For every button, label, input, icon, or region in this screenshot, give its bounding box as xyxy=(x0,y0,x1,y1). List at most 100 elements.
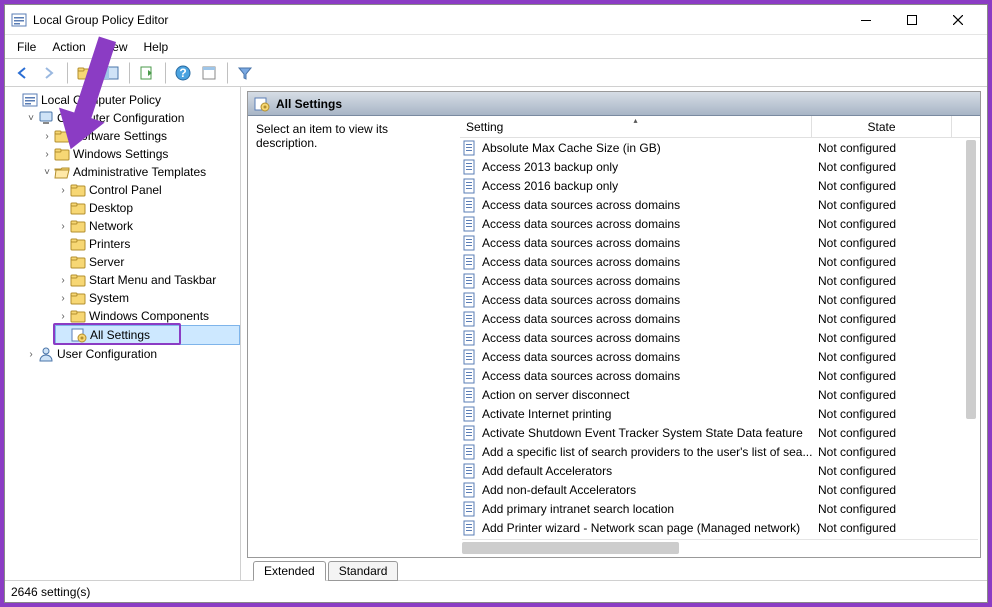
setting-state: Not configured xyxy=(818,464,896,478)
list-item[interactable]: Access data sources across domainsNot co… xyxy=(460,233,980,252)
export-list-button[interactable] xyxy=(135,62,159,84)
list-header: Setting▴ State xyxy=(460,116,980,138)
help-button[interactable] xyxy=(171,62,195,84)
setting-name: Action on server disconnect xyxy=(482,388,629,402)
policy-icon xyxy=(462,520,478,536)
tab-standard[interactable]: Standard xyxy=(328,561,399,581)
tree-pane[interactable]: Local Computer Policy ˅Computer Configur… xyxy=(5,87,241,580)
minimize-button[interactable] xyxy=(843,5,889,35)
setting-state: Not configured xyxy=(818,350,896,364)
close-button[interactable] xyxy=(935,5,981,35)
tree-windows-settings[interactable]: ›Windows Settings xyxy=(39,145,240,163)
list-item[interactable]: Access data sources across domainsNot co… xyxy=(460,328,980,347)
setting-state: Not configured xyxy=(818,274,896,288)
tree-computer-configuration[interactable]: ˅Computer Configuration xyxy=(23,109,240,127)
list-item[interactable]: Access data sources across domainsNot co… xyxy=(460,347,980,366)
setting-name: Access 2016 backup only xyxy=(482,179,618,193)
menu-action[interactable]: Action xyxy=(44,37,93,57)
list-item[interactable]: Add non-default AcceleratorsNot configur… xyxy=(460,480,980,499)
toolbar-separator xyxy=(67,62,69,84)
list-item[interactable]: Add default AcceleratorsNot configured xyxy=(460,461,980,480)
tree-software-settings[interactable]: ›Software Settings xyxy=(39,127,240,145)
menu-help[interactable]: Help xyxy=(136,37,177,57)
expand-toggle[interactable]: › xyxy=(57,184,69,196)
setting-name: Access data sources across domains xyxy=(482,293,680,307)
list-item[interactable]: Activate Shutdown Event Tracker System S… xyxy=(460,423,980,442)
maximize-button[interactable] xyxy=(889,5,935,35)
setting-name: Access data sources across domains xyxy=(482,236,680,250)
menu-file[interactable]: File xyxy=(9,37,44,57)
expand-toggle[interactable]: › xyxy=(41,148,53,160)
policy-icon xyxy=(462,425,478,441)
tree-server[interactable]: Server xyxy=(55,253,240,271)
tree-desktop[interactable]: Desktop xyxy=(55,199,240,217)
list-item[interactable]: Access data sources across domainsNot co… xyxy=(460,252,980,271)
expand-toggle[interactable]: › xyxy=(25,348,37,360)
setting-state: Not configured xyxy=(818,217,896,231)
scrollbar-thumb[interactable] xyxy=(462,542,679,554)
list-item[interactable]: Access data sources across domains Not co… xyxy=(460,290,980,309)
app-icon xyxy=(11,12,27,28)
expand-toggle[interactable]: ˅ xyxy=(25,112,37,124)
tree-control-panel[interactable]: ›Control Panel xyxy=(55,181,240,199)
column-state[interactable]: State xyxy=(812,116,952,137)
policy-icon xyxy=(462,463,478,479)
tree-printers[interactable]: Printers xyxy=(55,235,240,253)
vertical-scrollbar[interactable] xyxy=(964,140,978,539)
scrollbar-thumb[interactable] xyxy=(966,140,976,419)
tree-system[interactable]: ›System xyxy=(55,289,240,307)
list-item[interactable]: Access 2016 backup onlyNot configured xyxy=(460,176,980,195)
column-setting[interactable]: Setting▴ xyxy=(460,116,812,137)
tree-administrative-templates[interactable]: ˅Administrative Templates xyxy=(39,163,240,181)
tree-root[interactable]: Local Computer Policy xyxy=(7,91,240,109)
list-item[interactable]: Access data sources across domainsNot co… xyxy=(460,195,980,214)
list-item[interactable]: Access data sources across domainsNot co… xyxy=(460,309,980,328)
policy-icon xyxy=(462,273,478,289)
expand-toggle[interactable]: ˅ xyxy=(41,166,53,178)
list-item[interactable]: Add Printer wizard - Network scan page (… xyxy=(460,518,980,537)
tree-start-menu-taskbar[interactable]: ›Start Menu and Taskbar xyxy=(55,271,240,289)
setting-state: Not configured xyxy=(818,369,896,383)
tree-all-settings[interactable]: All Settings xyxy=(55,325,240,345)
policy-icon xyxy=(462,311,478,327)
setting-state: Not configured xyxy=(818,198,896,212)
menu-view[interactable]: View xyxy=(94,37,136,57)
tab-extended[interactable]: Extended xyxy=(253,561,326,581)
setting-state: Not configured xyxy=(818,293,896,307)
list-item[interactable]: Access data sources across domainsNot co… xyxy=(460,366,980,385)
list-item[interactable]: Access 2013 backup onlyNot configured xyxy=(460,157,980,176)
toolbar-separator xyxy=(129,62,131,84)
horizontal-scrollbar[interactable] xyxy=(462,539,978,555)
expand-toggle[interactable]: › xyxy=(57,310,69,322)
list-item[interactable]: Add a specific list of search providers … xyxy=(460,442,980,461)
expand-toggle[interactable]: › xyxy=(57,292,69,304)
list-item[interactable]: Add primary intranet search locationNot … xyxy=(460,499,980,518)
show-hide-tree-button[interactable] xyxy=(99,62,123,84)
policy-icon xyxy=(462,349,478,365)
setting-name: Add Printer wizard - Network scan page (… xyxy=(482,521,800,535)
policy-icon xyxy=(462,216,478,232)
window-title: Local Group Policy Editor xyxy=(33,13,168,27)
policy-icon xyxy=(462,387,478,403)
properties-button[interactable] xyxy=(197,62,221,84)
list-item[interactable]: Access data sources across domainsNot co… xyxy=(460,271,980,290)
setting-name: Access data sources across domains xyxy=(482,255,680,269)
tree-windows-components[interactable]: ›Windows Components xyxy=(55,307,240,325)
list-item[interactable]: Activate Internet printingNot configured xyxy=(460,404,980,423)
list-item[interactable]: Absolute Max Cache Size (in GB)Not confi… xyxy=(460,138,980,157)
tree-network[interactable]: ›Network xyxy=(55,217,240,235)
setting-name: Activate Shutdown Event Tracker System S… xyxy=(482,426,803,440)
list-item[interactable]: Access data sources across domainsNot co… xyxy=(460,214,980,233)
expand-toggle[interactable]: › xyxy=(57,274,69,286)
settings-list[interactable]: Absolute Max Cache Size (in GB)Not confi… xyxy=(460,138,980,539)
list-item[interactable]: Action on server disconnectNot configure… xyxy=(460,385,980,404)
tree-user-configuration[interactable]: ›User Configuration xyxy=(23,345,240,363)
pane-header: All Settings xyxy=(248,92,980,116)
policy-icon xyxy=(462,254,478,270)
filter-button[interactable] xyxy=(233,62,257,84)
back-button[interactable] xyxy=(11,62,35,84)
expand-toggle[interactable]: › xyxy=(41,130,53,142)
forward-button[interactable] xyxy=(37,62,61,84)
up-button[interactable] xyxy=(73,62,97,84)
expand-toggle[interactable]: › xyxy=(57,220,69,232)
